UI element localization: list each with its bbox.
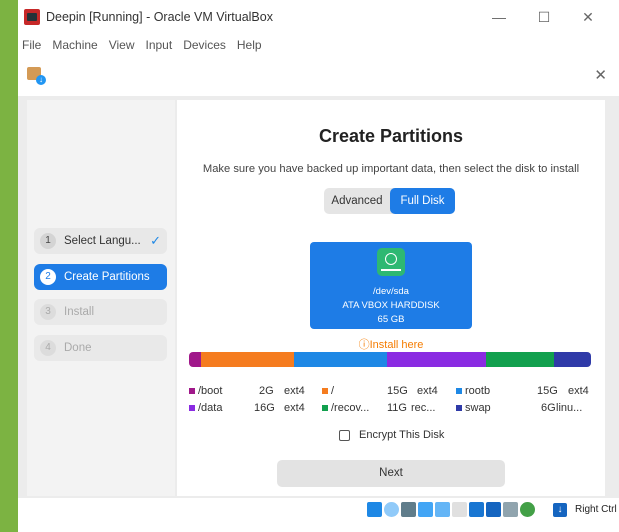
arrow-down-icon[interactable]: ↓	[553, 503, 567, 517]
menu-devices[interactable]: Devices	[183, 38, 226, 52]
close-button[interactable]: ✕	[566, 0, 610, 34]
checkmark-icon: ✓	[150, 233, 161, 248]
partition-panel: Create Partitions Make sure you have bac…	[177, 100, 605, 496]
window-title: Deepin [Running] - Oracle VM VirtualBox	[46, 10, 273, 24]
legend-swatch	[322, 405, 328, 412]
menu-input[interactable]: Input	[146, 38, 173, 52]
legend-size: 2G	[259, 385, 274, 397]
minimize-button[interactable]: —	[477, 0, 521, 34]
next-button[interactable]: Next	[277, 460, 505, 487]
installer-header: ↓ ✕	[18, 56, 619, 96]
disk-size: 65 GB	[377, 314, 405, 325]
full-disk-mode-button[interactable]: Full Disk	[390, 188, 455, 214]
menu-bar: File Machine View Input Devices Help	[18, 34, 619, 56]
disk-model: ATA VBOX HARDDISK	[342, 300, 440, 311]
legend-row: /data 16G ext4 /recov... 11G rec... swap…	[189, 402, 599, 418]
partition-segment	[201, 352, 295, 367]
shared-folder-icon[interactable]	[418, 502, 433, 517]
menu-view[interactable]: View	[109, 38, 135, 52]
step-create-partitions: 2 Create Partitions	[34, 264, 167, 290]
legend-fs: rec...	[411, 402, 436, 414]
legend-item-boot: /boot	[189, 385, 222, 397]
legend-item-recovery: /recov...	[322, 402, 369, 414]
menu-file[interactable]: File	[22, 38, 41, 52]
usb-icon[interactable]	[401, 502, 416, 517]
legend-fs: linu...	[556, 402, 583, 414]
cpu-icon[interactable]	[503, 502, 518, 517]
legend-swatch	[189, 405, 195, 412]
step-done: 4 Done	[34, 335, 167, 361]
partition-segment	[189, 352, 202, 367]
network-icon[interactable]	[384, 502, 399, 517]
vm-state-icon[interactable]	[520, 502, 535, 517]
step-number: 3	[40, 304, 56, 320]
step-install: 3 Install	[34, 299, 167, 325]
disk-device: /dev/sda	[373, 286, 409, 297]
step-label: Create Partitions	[64, 271, 150, 283]
legend-swatch	[322, 388, 328, 395]
step-label: Select Langu...	[64, 235, 141, 247]
legend-swatch	[189, 388, 195, 395]
step-label: Done	[64, 342, 92, 354]
legend-row: /boot 2G ext4 / 15G ext4 rootb 15G ext4	[189, 385, 599, 401]
legend-size: 16G	[254, 402, 275, 414]
legend-item-data: /data	[189, 402, 222, 414]
page-subtitle: Make sure you have backed up important d…	[202, 163, 580, 175]
partition-segment	[553, 352, 591, 367]
partition-segment	[294, 352, 387, 367]
installer-close-icon[interactable]: ✕	[594, 66, 607, 84]
status-icons	[367, 502, 537, 517]
legend-swatch	[456, 388, 462, 395]
mouse-integration-icon[interactable]	[486, 502, 501, 517]
titlebar: Deepin [Running] - Oracle VM VirtualBox …	[18, 0, 619, 34]
disk-card[interactable]: /dev/sda ATA VBOX HARDDISK 65 GB	[310, 242, 472, 329]
legend-size: 6G	[541, 402, 556, 414]
install-here-label: ⓘInstall here	[358, 339, 424, 351]
page-title: Create Partitions	[318, 126, 464, 146]
maximize-button[interactable]: ☐	[522, 0, 566, 34]
partition-bar	[189, 352, 591, 367]
step-number: 4	[40, 340, 56, 356]
display-icon[interactable]	[435, 502, 450, 517]
legend-size: 15G	[537, 385, 558, 397]
legend-fs: ext4	[284, 402, 305, 414]
legend-fs: ext4	[284, 385, 305, 397]
step-label: Install	[64, 306, 95, 318]
legend-fs: ext4	[417, 385, 438, 397]
recording-icon[interactable]	[452, 502, 467, 517]
legend-size: 11G	[387, 402, 407, 414]
virtualbox-window: Deepin [Running] - Oracle VM VirtualBox …	[18, 0, 619, 532]
partition-mode-toggle: Advanced Full Disk	[324, 188, 455, 214]
encrypt-checkbox[interactable]	[339, 429, 350, 441]
legend-fs: ext4	[568, 385, 589, 397]
partition-segment	[386, 352, 486, 367]
host-key-label: Right Ctrl	[575, 504, 617, 515]
legend-swatch	[456, 405, 462, 412]
vm-status-bar: ↓ Right Ctrl	[18, 500, 619, 522]
installer-package-icon: ↓	[25, 64, 46, 85]
legend-item-swap: swap	[456, 402, 491, 414]
legend-item-rootb: rootb	[456, 385, 490, 397]
hard-disk-icon	[377, 248, 405, 276]
partition-segment	[485, 352, 554, 367]
menu-machine[interactable]: Machine	[52, 38, 97, 52]
steps-sidebar: 1 Select Langu... ✓ 2 Create Partitions …	[27, 100, 175, 496]
legend-item-root: /	[322, 385, 334, 397]
encrypt-label: Encrypt This Disk	[359, 429, 445, 441]
optical-drive-icon[interactable]	[367, 502, 382, 517]
virtualbox-app-icon	[24, 9, 40, 25]
step-number: 1	[40, 233, 56, 249]
snapshot-icon[interactable]	[469, 502, 484, 517]
legend-size: 15G	[387, 385, 408, 397]
step-number: 2	[40, 269, 56, 285]
guest-screen: ↓ ✕ 1 Select Langu... ✓ 2 Create Partiti…	[18, 56, 619, 498]
step-select-language: 1 Select Langu... ✓	[34, 228, 167, 254]
menu-help[interactable]: Help	[237, 38, 262, 52]
encrypt-disk-option[interactable]: Encrypt This Disk	[339, 429, 444, 441]
advanced-mode-button[interactable]: Advanced	[324, 188, 390, 214]
